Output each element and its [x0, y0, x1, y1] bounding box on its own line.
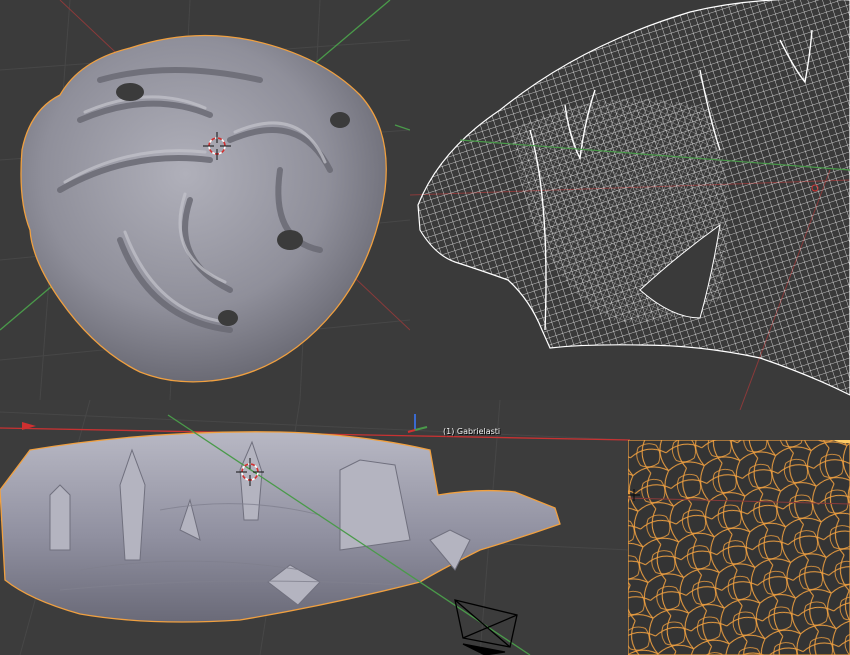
viewport-collage: (1) Gabrielasti: [0, 0, 850, 655]
viewport-panel-sculpt[interactable]: [0, 0, 410, 400]
sculpt-mesh[interactable]: [20, 34, 387, 383]
axis-gizmo-icon: [407, 414, 428, 433]
viewport-panel-wireframe[interactable]: [410, 0, 850, 410]
topology-mesh[interactable]: [628, 440, 850, 655]
viewport-panel-topology[interactable]: [628, 440, 850, 655]
active-object-label: (1) Gabrielasti: [443, 427, 501, 436]
terrain-mesh[interactable]: [0, 431, 561, 623]
camera-icon[interactable]: [454, 599, 518, 655]
wireframe-mesh[interactable]: [417, 0, 850, 396]
viewport-panel-terrain[interactable]: [0, 400, 630, 655]
